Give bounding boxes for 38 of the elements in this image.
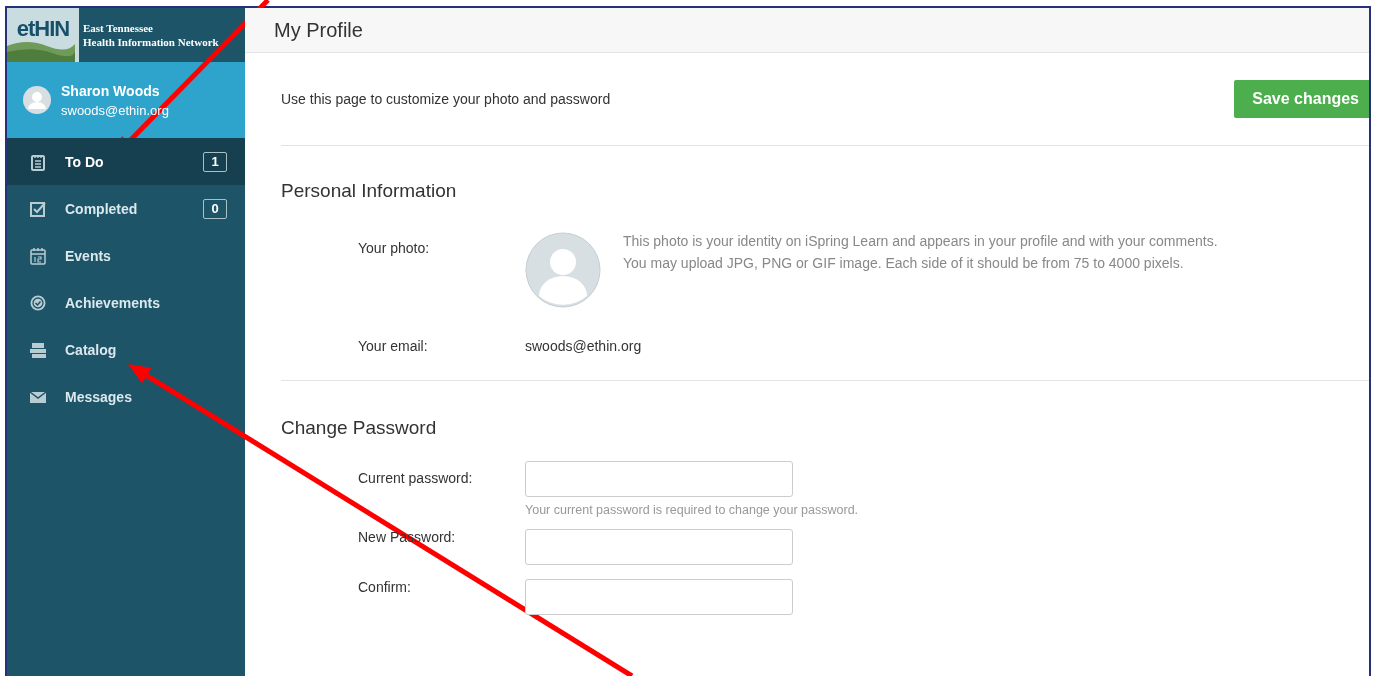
page-title: My Profile <box>245 8 1369 53</box>
sidebar-item-label: To Do <box>65 153 105 170</box>
field-label: Current password: <box>357 470 474 486</box>
email-value: swoods@ethin.org <box>525 338 643 354</box>
email-label: Your email: <box>357 338 429 354</box>
sidebar-item-label: Events <box>65 247 112 264</box>
sidebar-item[interactable]: Messages <box>7 373 245 420</box>
section-heading: Personal Information <box>281 180 458 202</box>
sidebar-item-label: Messages <box>65 388 133 405</box>
avatar-icon[interactable] <box>525 232 601 308</box>
catalog-icon <box>29 340 47 359</box>
sidebar-item[interactable]: To Do 1 <box>7 138 245 185</box>
sidebar-item-label: Catalog <box>65 341 118 358</box>
user-name: Sharon Woods <box>61 82 161 99</box>
password-field[interactable] <box>525 529 793 565</box>
achievements-icon <box>29 293 47 312</box>
password-field[interactable] <box>525 461 793 497</box>
events-icon <box>29 246 47 265</box>
intro-text: Use this page to customize your photo and password <box>281 91 611 107</box>
logo: etHIN <box>7 8 79 62</box>
field-hint: Your current password is required to change your password. <box>525 503 860 517</box>
sidebar-item[interactable]: Achievements <box>7 279 245 326</box>
photo-help-text: This photo is your identity on iSpring Learn and appears in your profile and with your comments. You may upload JPG, PNG or GIF image. Each side of it should be from 75 to 4000 pixels. <box>623 232 1218 273</box>
completed-icon <box>29 199 47 218</box>
logo-text: East Tennessee Health Information Network <box>82 21 219 49</box>
avatar-icon <box>23 86 51 114</box>
field-label: Confirm: <box>357 579 412 595</box>
count-badge: 0 <box>203 198 227 219</box>
sidebar-item[interactable]: Catalog <box>7 326 245 373</box>
photo-label: Your photo: <box>357 240 431 256</box>
sidebar-item[interactable]: Completed 0 <box>7 185 245 232</box>
sidebar-item-label: Completed <box>65 200 139 217</box>
sidebar-item[interactable]: Events <box>7 232 245 279</box>
section-heading: Change Password <box>281 417 438 439</box>
todo-icon <box>29 152 47 171</box>
count-badge: 1 <box>203 151 227 172</box>
sidebar-item-label: Achievements <box>65 294 161 311</box>
password-field[interactable] <box>525 579 793 615</box>
